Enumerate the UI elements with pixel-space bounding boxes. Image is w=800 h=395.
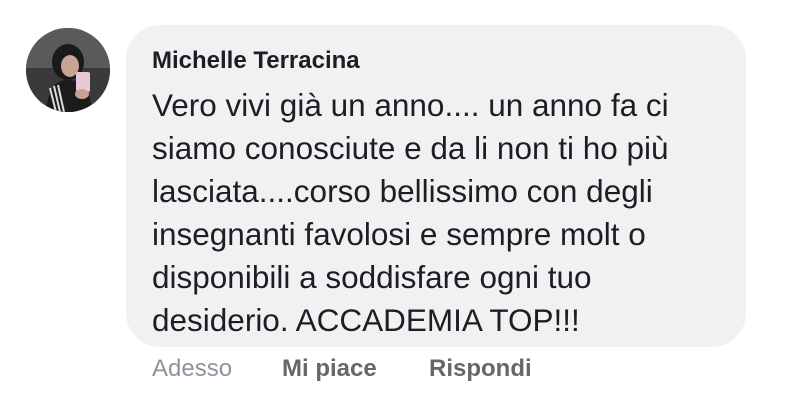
reply-button[interactable]: Rispondi: [429, 355, 532, 383]
like-button[interactable]: Mi piace: [282, 355, 377, 383]
comment-text-line: disponibili a soddisfare ogni tuo: [152, 259, 592, 295]
comment-text-line: siamo conosciute e da li non ti ho più: [152, 130, 669, 166]
comment-author-name[interactable]: Michelle Terracina: [152, 47, 360, 75]
comment-text: Vero vivi già un anno.... un anno fa ci …: [152, 84, 742, 342]
comment-text-line: lasciata....corso bellissimo con degli: [152, 173, 653, 209]
comment-text-line: Vero vivi già un anno.... un anno fa ci: [152, 87, 669, 123]
avatar[interactable]: [26, 28, 110, 112]
comment-text-line: desiderio. ACCADEMIA TOP!!!: [152, 302, 580, 338]
comment-timestamp[interactable]: Adesso: [152, 355, 232, 383]
comment-text-line: insegnanti favolosi e sempre molt o: [152, 216, 646, 252]
profile-photo: [26, 28, 110, 112]
